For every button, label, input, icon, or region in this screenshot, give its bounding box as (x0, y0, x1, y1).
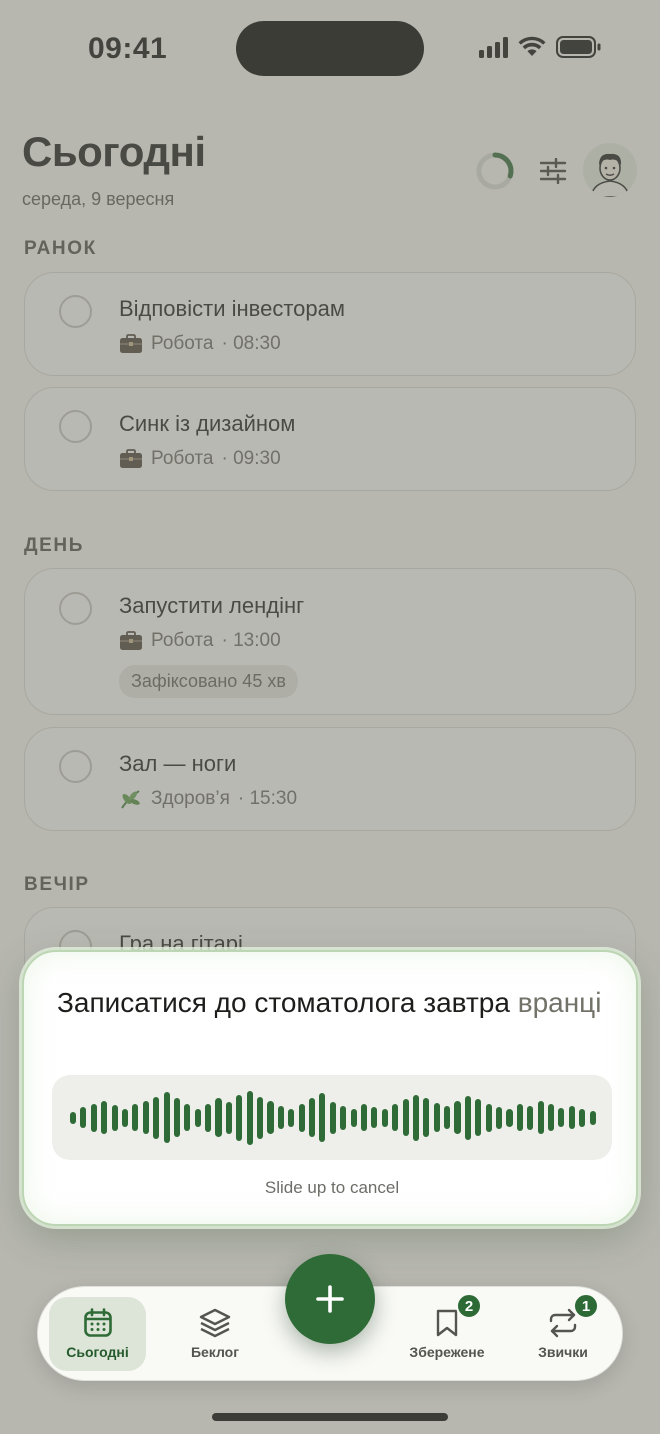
tab-label: Беклог (190, 1344, 240, 1360)
waveform-bar (392, 1104, 399, 1131)
home-indicator (212, 1413, 448, 1421)
transcript-pending: вранці (517, 987, 602, 1018)
waveform-bar (142, 1101, 149, 1134)
waveform-bar (589, 1110, 596, 1125)
tab-label: Звички (538, 1344, 588, 1360)
plus-icon (316, 1285, 344, 1313)
waveform-bar (121, 1108, 129, 1127)
waveform-bar (153, 1096, 160, 1139)
calendar-icon (83, 1308, 112, 1337)
waveform-bar (132, 1104, 139, 1131)
waveform-bar (558, 1108, 565, 1127)
waveform-bar (173, 1098, 180, 1137)
waveform-bar (381, 1108, 388, 1127)
waveform-bar (329, 1101, 336, 1134)
waveform-bar (246, 1090, 253, 1145)
bookmark-icon (436, 1309, 458, 1337)
waveform-bar (308, 1098, 316, 1137)
add-task-button[interactable] (285, 1254, 375, 1344)
waveform-bar (360, 1104, 368, 1131)
waveform-bar (80, 1107, 87, 1128)
waveform-bar (90, 1103, 97, 1132)
waveform-bar (70, 1111, 77, 1124)
tab-today[interactable]: Сьогодні (49, 1297, 146, 1371)
voice-transcript: Записатися до стоматолога завтра вранці (57, 982, 617, 1023)
waveform-bar (454, 1101, 461, 1134)
transcript-confirmed: Записатися до стоматолога завтра (57, 987, 510, 1018)
tab-label: Збережене (409, 1344, 485, 1360)
waveform-bar (496, 1106, 503, 1129)
saved-count-badge: 2 (456, 1293, 482, 1319)
waveform-bar (547, 1104, 555, 1131)
waveform-bar (205, 1103, 212, 1132)
waveform-bar (225, 1101, 232, 1134)
waveform-bar (319, 1093, 326, 1142)
waveform-bar (184, 1104, 191, 1131)
waveform-bar (215, 1098, 222, 1137)
waveform-bar (163, 1092, 170, 1143)
waveform-bar (101, 1101, 108, 1134)
waveform-bar (340, 1105, 347, 1130)
tab-backlog[interactable]: Беклог (166, 1297, 264, 1371)
waveform-bar (402, 1099, 409, 1136)
tab-habits[interactable]: Звички 1 (514, 1293, 612, 1371)
layers-icon (199, 1308, 231, 1338)
waveform-bar (194, 1108, 201, 1127)
today-screen: 09:41 Сьогодні середа, 9 вересня (0, 0, 660, 1434)
waveform-bar (568, 1106, 575, 1129)
waveform-bar (257, 1096, 264, 1139)
waveform-bar (475, 1099, 482, 1136)
waveform-bar (277, 1106, 284, 1129)
waveform-bar (298, 1103, 305, 1132)
waveform-bar (111, 1104, 118, 1131)
waveform-bar (516, 1104, 523, 1131)
waveform-bar (288, 1108, 295, 1127)
waveform-panel (52, 1075, 612, 1160)
tab-saved[interactable]: Збережене 2 (398, 1293, 496, 1371)
waveform-bar (579, 1108, 586, 1127)
waveform-bar (412, 1094, 419, 1141)
cancel-hint: Slide up to cancel (264, 1178, 400, 1197)
voice-input-card[interactable]: Записатися до стоматолога завтра вранці … (22, 950, 638, 1226)
audio-waveform (70, 1075, 596, 1160)
waveform-bar (371, 1107, 378, 1128)
waveform-bar (527, 1105, 534, 1130)
tab-label: Сьогодні (66, 1344, 129, 1360)
habits-count-badge: 1 (573, 1293, 599, 1319)
waveform-bar (537, 1101, 544, 1134)
waveform-bar (267, 1101, 274, 1134)
waveform-bar (350, 1108, 357, 1127)
waveform-bar (444, 1106, 451, 1129)
waveform-bar (423, 1098, 430, 1137)
waveform-bar (433, 1103, 440, 1132)
waveform-bar (236, 1094, 243, 1141)
waveform-bar (464, 1095, 471, 1140)
waveform-bar (485, 1103, 492, 1132)
waveform-bar (506, 1108, 513, 1127)
